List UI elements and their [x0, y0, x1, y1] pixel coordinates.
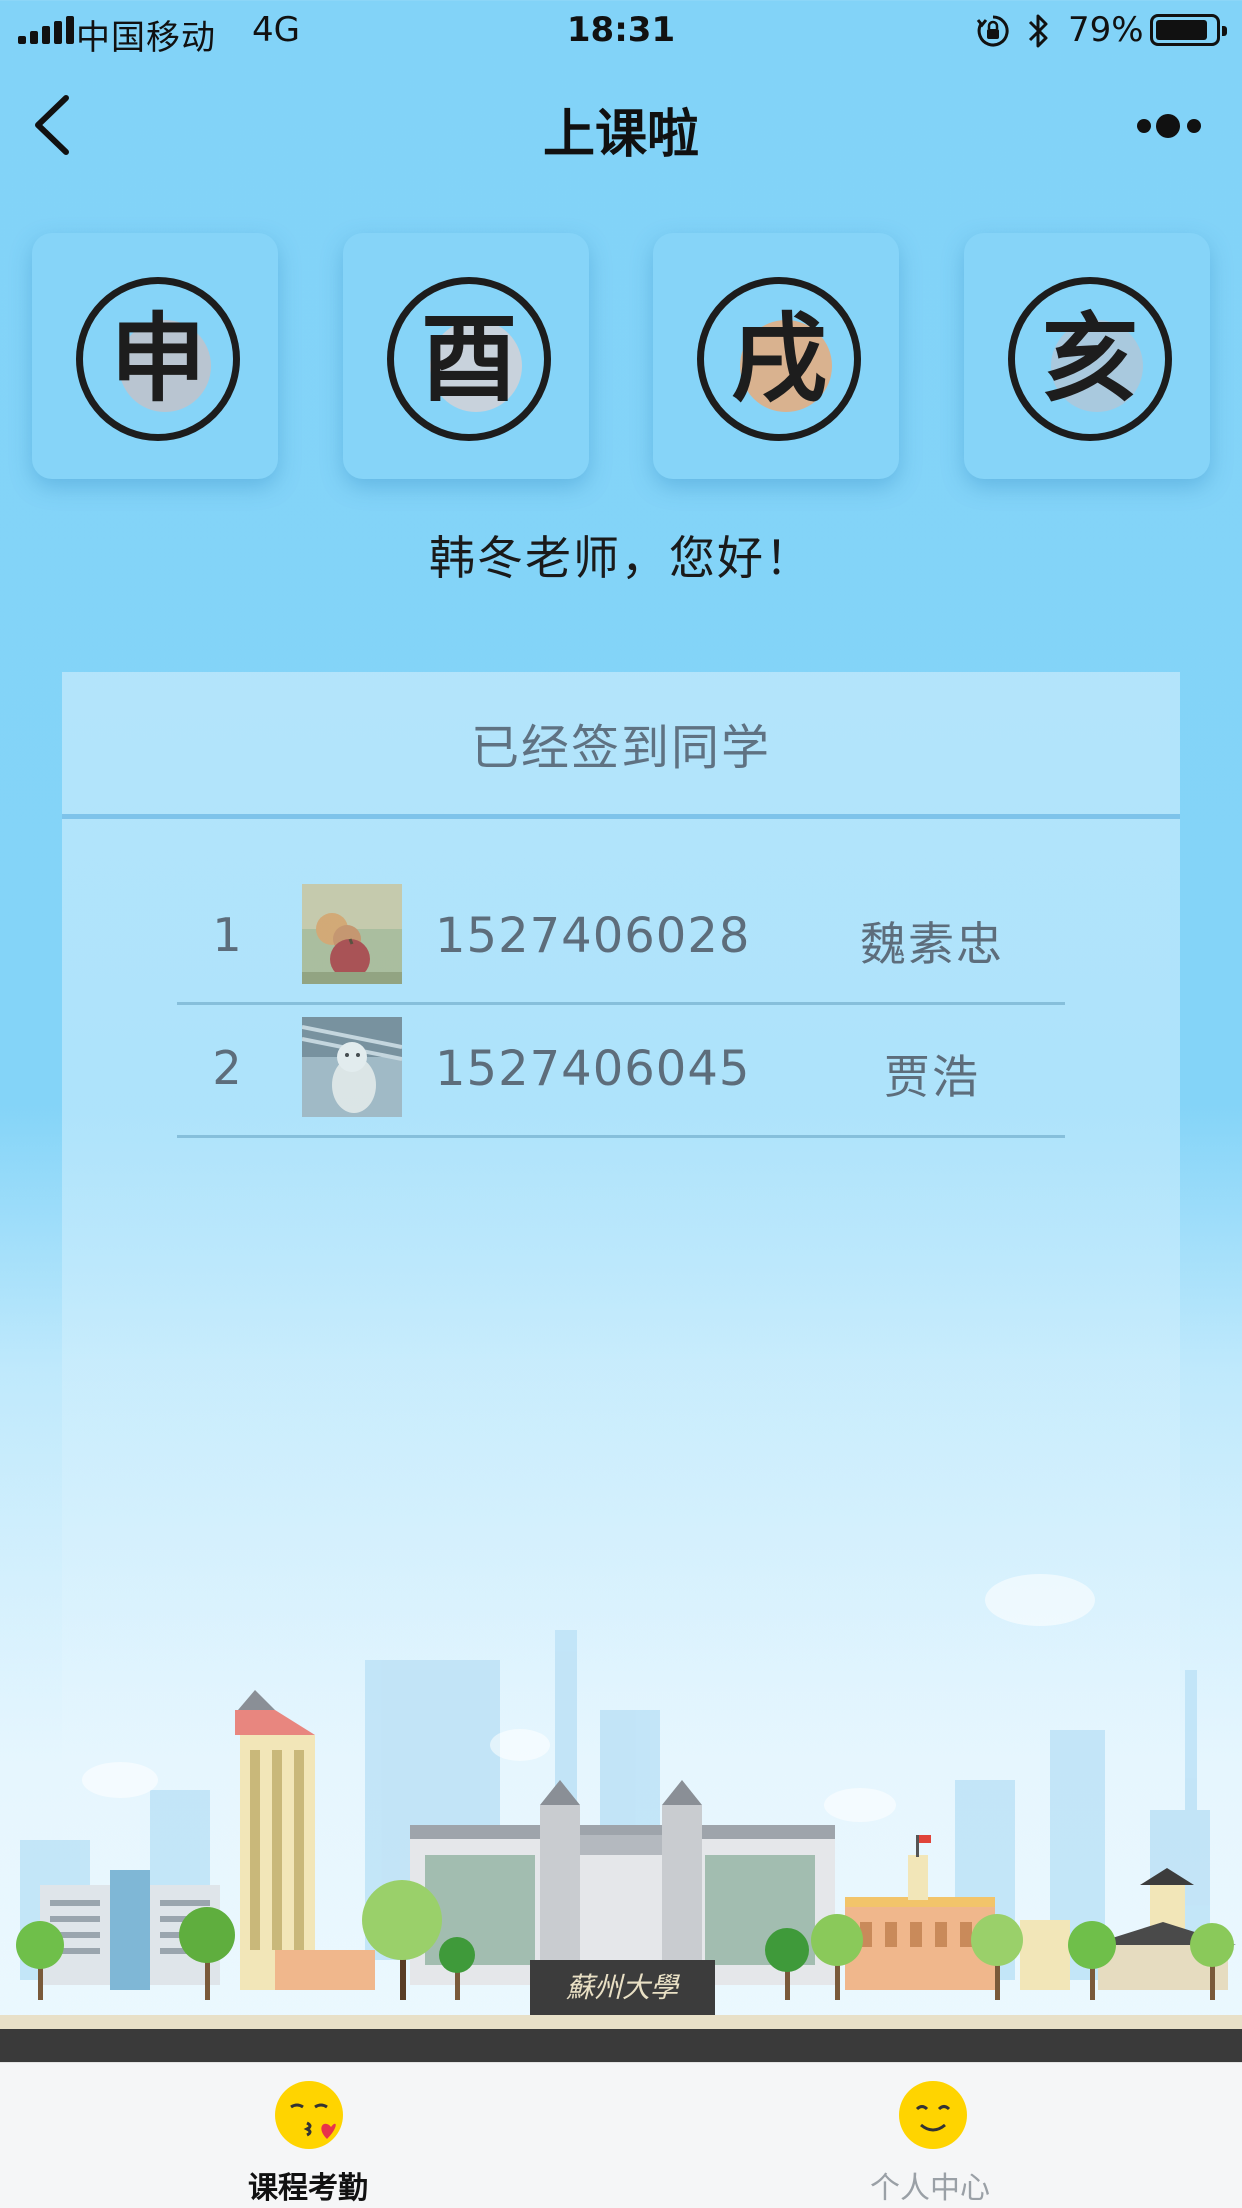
- battery-percent: 79%: [1068, 10, 1144, 50]
- smile-emoji-icon: [899, 2081, 967, 2149]
- list-item[interactable]: 2 1527406045 贾浩: [177, 1005, 1065, 1138]
- student-id: 1527406028: [435, 908, 751, 964]
- row-index: 1: [212, 908, 242, 962]
- nav-bar: 上课啦: [0, 62, 1242, 190]
- zodiac-emblem-icon: 申: [76, 277, 240, 441]
- student-id: 1527406045: [435, 1041, 751, 1097]
- tab-attendance[interactable]: 课程考勤: [158, 2063, 458, 2208]
- avatar: [302, 1017, 402, 1117]
- panel-title: 已经签到同学: [62, 672, 1180, 819]
- zodiac-tile-xu[interactable]: 戌: [653, 233, 899, 479]
- teacher-greeting: 韩冬老师，您好！: [429, 531, 813, 585]
- tab-label: 个人中心: [870, 2171, 990, 2206]
- zodiac-emblem-icon: 戌: [697, 277, 861, 441]
- row-index: 2: [212, 1041, 242, 1095]
- tab-label: 课程考勤: [248, 2171, 368, 2206]
- student-name: 贾浩: [884, 1050, 980, 1104]
- zodiac-emblem-icon: 亥: [1008, 277, 1172, 441]
- rotation-lock-icon: [976, 15, 1009, 47]
- zodiac-glyph: 申: [110, 303, 206, 415]
- zodiac-glyph: 亥: [1042, 303, 1138, 415]
- status-bar: 中国移动 4G 18:31 79%: [0, 0, 1242, 62]
- page-title: 上课啦: [542, 105, 699, 165]
- zodiac-glyph: 戌: [731, 303, 827, 415]
- clock: 18:31: [566, 10, 676, 50]
- zodiac-emblem-icon: 酉: [387, 277, 551, 441]
- zodiac-tiles: 申 酉 戌 亥: [32, 233, 1210, 479]
- list-item[interactable]: 1 1527406028 魏素忠: [177, 872, 1065, 1005]
- zodiac-tile-hai[interactable]: 亥: [964, 233, 1210, 479]
- zodiac-tile-shen[interactable]: 申: [32, 233, 278, 479]
- campus-skyline-illustration: 蘇州大學: [0, 1574, 1242, 2062]
- avatar: [302, 884, 402, 984]
- zodiac-glyph: 酉: [421, 303, 517, 415]
- tab-bar: 课程考勤 个人中心: [0, 2062, 1242, 2208]
- back-button[interactable]: [26, 92, 80, 158]
- gate-sign: 蘇州大學: [566, 1971, 681, 2004]
- kiss-emoji-icon: [275, 2081, 343, 2149]
- student-list: 1 1527406028 魏素忠 2 1527406045 贾浩: [177, 872, 1065, 1138]
- tab-profile[interactable]: 个人中心: [780, 2063, 1080, 2208]
- more-menu-button[interactable]: [1128, 104, 1238, 148]
- zodiac-tile-you[interactable]: 酉: [343, 233, 589, 479]
- battery-icon: [1150, 14, 1227, 46]
- bluetooth-icon: [1028, 14, 1048, 48]
- student-name: 魏素忠: [860, 917, 1004, 971]
